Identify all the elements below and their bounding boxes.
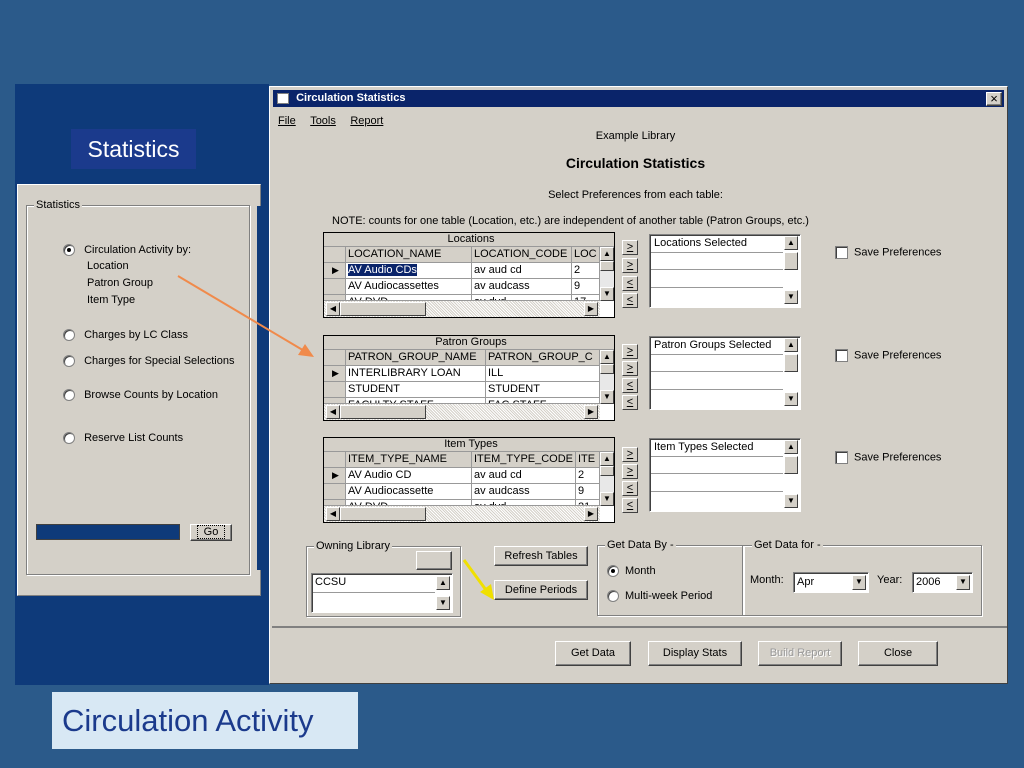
orange-arrow-line: [177, 275, 307, 353]
yellow-arrow-line: [462, 559, 488, 591]
annotation-arrows: [177, 275, 494, 600]
slide-caption: Circulation Activity: [52, 692, 358, 749]
orange-arrow-head: [298, 344, 314, 357]
